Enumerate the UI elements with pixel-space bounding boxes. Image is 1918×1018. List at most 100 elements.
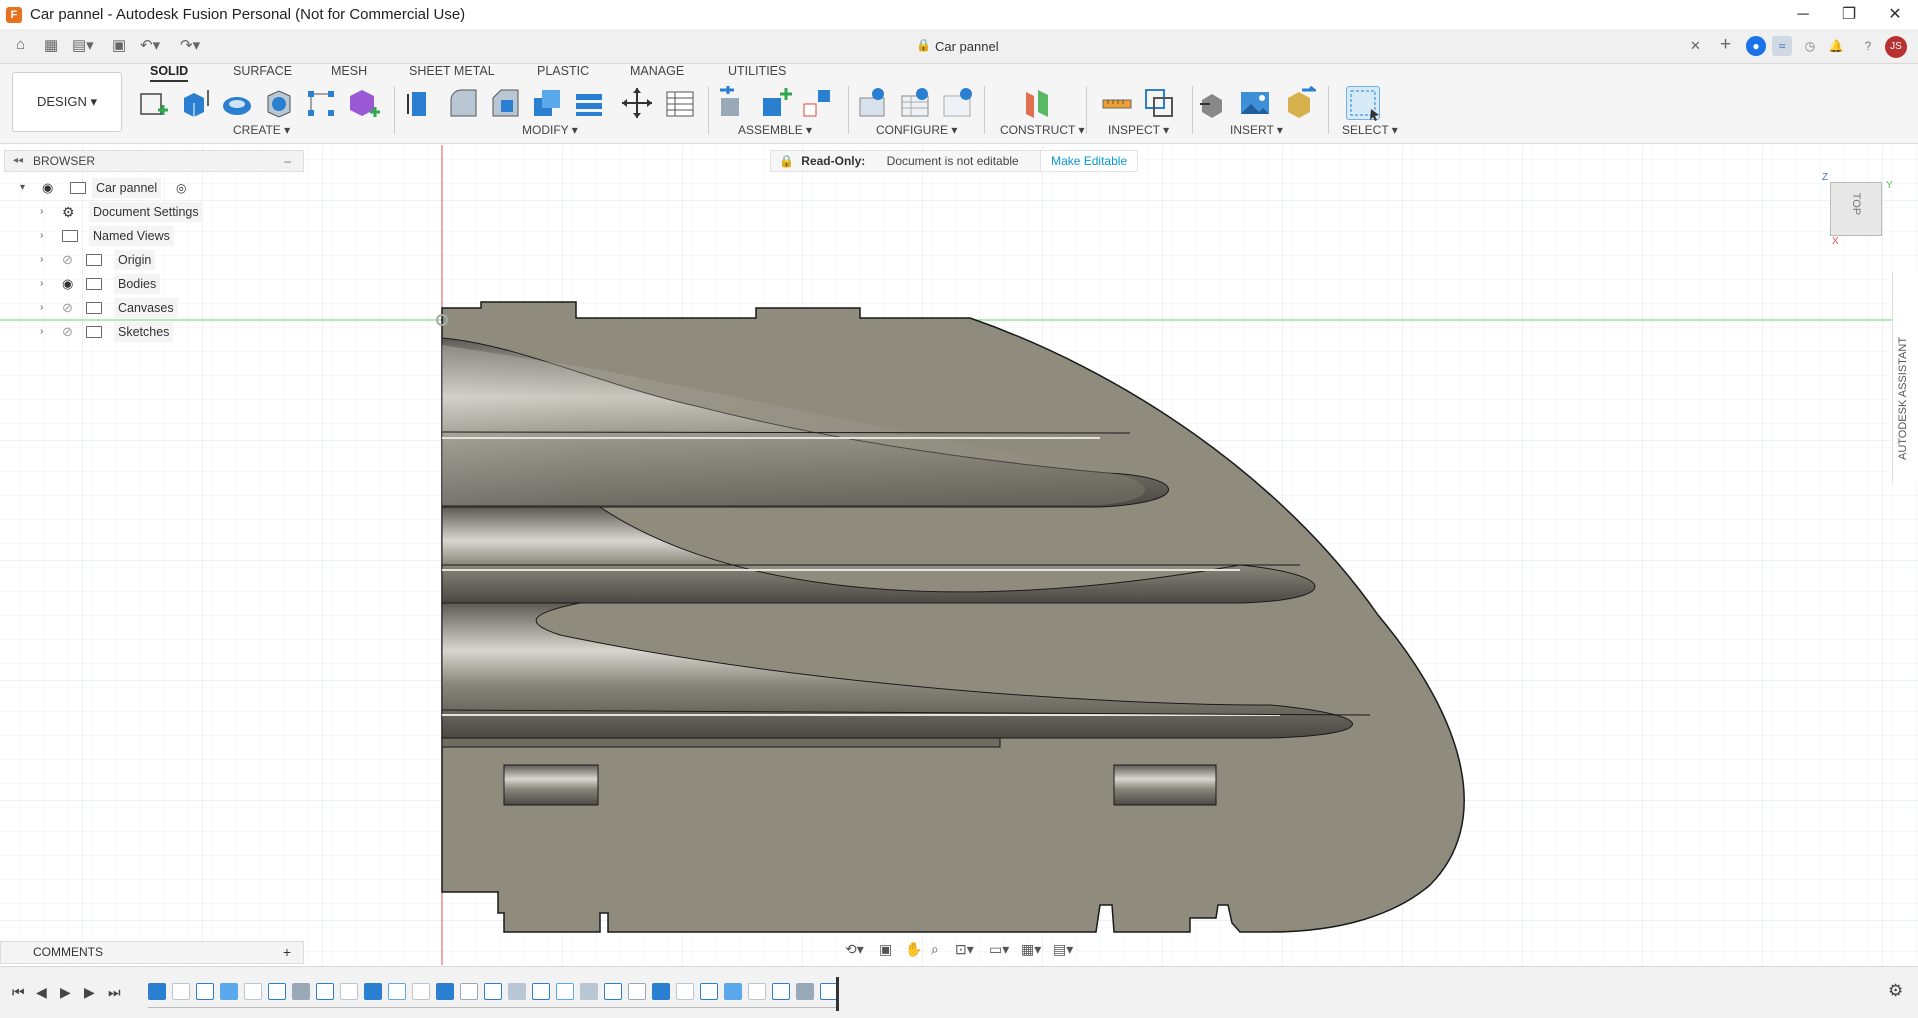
make-editable-button[interactable]: Make Editable <box>1040 151 1138 171</box>
modify-group-label[interactable]: MODIFY ▾ <box>522 123 578 137</box>
new-tab-button[interactable]: + <box>1720 34 1731 56</box>
timeline-play-icon[interactable]: ▶ <box>60 984 71 1001</box>
timeline-feature-icon[interactable] <box>580 983 598 1000</box>
undo-icon[interactable]: ↶▾ <box>140 36 160 54</box>
timeline-feature-icon[interactable] <box>148 983 166 1000</box>
timeline-feature-icon[interactable] <box>460 983 478 1000</box>
select-group-label[interactable]: SELECT ▾ <box>1342 123 1398 137</box>
configure-group-label[interactable]: CONFIGURE ▾ <box>876 123 957 137</box>
tree-label[interactable]: Named Views <box>89 226 174 246</box>
timeline-feature-icon[interactable] <box>604 983 622 1000</box>
as-built-joint-icon[interactable] <box>800 86 834 120</box>
tree-root[interactable]: ▾ ◉ Car pannel ◎ <box>4 176 304 200</box>
chevron-right-icon[interactable]: › <box>40 296 43 320</box>
timeline-feature-icon[interactable] <box>652 983 670 1000</box>
timeline-last-icon[interactable]: ⏭ <box>108 984 121 1001</box>
chevron-right-icon[interactable]: › <box>40 200 43 224</box>
configure-rule-icon[interactable] <box>898 86 932 120</box>
root-component-label[interactable]: Car pannel <box>92 178 162 198</box>
add-comment-button[interactable]: + <box>283 942 291 963</box>
tree-label[interactable]: Canvases <box>114 298 178 318</box>
file-menu-icon[interactable]: ▤▾ <box>72 36 94 54</box>
tab-manage[interactable]: MANAGE <box>630 64 684 78</box>
user-avatar[interactable]: JS <box>1885 36 1907 58</box>
timeline-feature-icon[interactable] <box>172 983 190 1000</box>
timeline-first-icon[interactable]: ⏮ <box>12 984 25 1001</box>
insert-canvas-icon[interactable] <box>1238 86 1272 120</box>
save-icon[interactable]: ▣ <box>112 36 126 54</box>
display-settings-icon[interactable]: ▭▾ <box>989 941 1009 958</box>
eye-icon[interactable]: ◉ <box>42 176 53 200</box>
parameters-icon[interactable] <box>662 86 696 120</box>
timeline-feature-icon[interactable] <box>412 983 430 1000</box>
timeline-feature-icon[interactable] <box>292 983 310 1000</box>
create-group-label[interactable]: CREATE ▾ <box>233 123 290 137</box>
tree-item-bodies[interactable]: › ◉ Bodies <box>4 272 304 296</box>
autodesk-assistant-panel[interactable]: AUTODESK ASSISTANT <box>1892 272 1918 482</box>
help-icon[interactable]: ? <box>1858 36 1878 56</box>
tab-utilities[interactable]: UTILITIES <box>728 64 786 78</box>
move-icon[interactable] <box>620 86 654 120</box>
tab-sheet-metal[interactable]: SHEET METAL <box>409 64 495 78</box>
inspect-group-label[interactable]: INSPECT ▾ <box>1108 123 1169 137</box>
tree-item-canvases[interactable]: › ⊘ Canvases <box>4 296 304 320</box>
timeline-settings-gear-icon[interactable]: ⚙ <box>1888 981 1903 1001</box>
insert-group-label[interactable]: INSERT ▾ <box>1230 123 1283 137</box>
timeline-feature-icon[interactable] <box>700 983 718 1000</box>
extrude-icon[interactable] <box>178 86 212 120</box>
shell-icon[interactable] <box>262 86 296 120</box>
fit-icon[interactable]: ⊡▾ <box>955 941 974 958</box>
activate-radio-icon[interactable]: ◎ <box>176 176 186 200</box>
look-at-icon[interactable]: ▣ <box>879 941 892 958</box>
browser-minimize-button[interactable]: – <box>284 151 291 171</box>
collapse-left-icon[interactable]: ◂◂ <box>13 151 23 171</box>
timeline-feature-icon[interactable] <box>508 983 526 1000</box>
timeline-feature-icon[interactable] <box>436 983 454 1000</box>
timeline-feature-icon[interactable] <box>532 983 550 1000</box>
tree-item-named-views[interactable]: › Named Views <box>4 224 304 248</box>
timeline-feature-icon[interactable] <box>772 983 790 1000</box>
construct-group-label[interactable]: CONSTRUCT ▾ <box>1000 123 1084 137</box>
notification-icon[interactable]: 🔔 <box>1826 36 1846 56</box>
timeline-feature-icon[interactable] <box>724 983 742 1000</box>
timeline-feature-icon[interactable] <box>484 983 502 1000</box>
home-icon[interactable]: ⌂ <box>16 36 25 53</box>
insert-mcmaster-icon[interactable] <box>1282 85 1319 120</box>
press-pull-icon[interactable] <box>404 86 438 120</box>
assemble-group-label[interactable]: ASSEMBLE ▾ <box>738 123 812 137</box>
maximize-button[interactable]: ❐ <box>1826 0 1872 29</box>
grid-icon[interactable]: ▦ <box>44 36 58 54</box>
viewports-icon[interactable]: ▤▾ <box>1053 941 1073 958</box>
tab-car-pannel[interactable]: Car pannel <box>935 39 999 54</box>
extensions-icon[interactable]: ● <box>1746 36 1766 56</box>
revolve-icon[interactable] <box>220 86 254 120</box>
timeline-feature-icon[interactable] <box>340 983 358 1000</box>
chevron-right-icon[interactable]: › <box>40 224 43 248</box>
timeline-prev-icon[interactable]: ◀ <box>36 984 47 1001</box>
zoom-icon[interactable]: ⌕ <box>931 941 939 958</box>
select-window-icon[interactable] <box>1346 86 1380 121</box>
timeline-feature-icon[interactable] <box>676 983 694 1000</box>
tab-plastic[interactable]: PLASTIC <box>537 64 589 78</box>
configure-table-icon[interactable] <box>856 86 890 120</box>
minimize-button[interactable]: ─ <box>1780 0 1826 29</box>
timeline-feature-icon[interactable] <box>268 983 286 1000</box>
tree-label[interactable]: Sketches <box>114 322 174 342</box>
workspace-switcher[interactable]: DESIGN ▾ <box>12 72 122 132</box>
insert-derive-icon[interactable] <box>1196 86 1230 120</box>
new-component-icon[interactable] <box>716 86 750 120</box>
tab-close-button[interactable]: ✕ <box>1690 38 1701 54</box>
tree-label[interactable]: Document Settings <box>89 202 203 222</box>
close-button[interactable]: ✕ <box>1872 0 1918 29</box>
tree-item-document-settings[interactable]: › ⚙ Document Settings <box>4 200 304 224</box>
comments-panel[interactable]: COMMENTS + <box>0 941 304 964</box>
eye-hidden-icon[interactable]: ⊘ <box>62 320 73 344</box>
timeline-feature-icon[interactable] <box>316 983 334 1000</box>
interference-icon[interactable] <box>1142 86 1176 120</box>
timeline-marker[interactable] <box>836 977 839 1011</box>
redo-icon[interactable]: ↷▾ <box>180 36 200 54</box>
timeline-feature-icon[interactable] <box>748 983 766 1000</box>
combine-icon[interactable] <box>530 86 564 120</box>
viewcube[interactable]: TOP <box>1830 182 1882 236</box>
joint-icon[interactable] <box>758 86 792 120</box>
